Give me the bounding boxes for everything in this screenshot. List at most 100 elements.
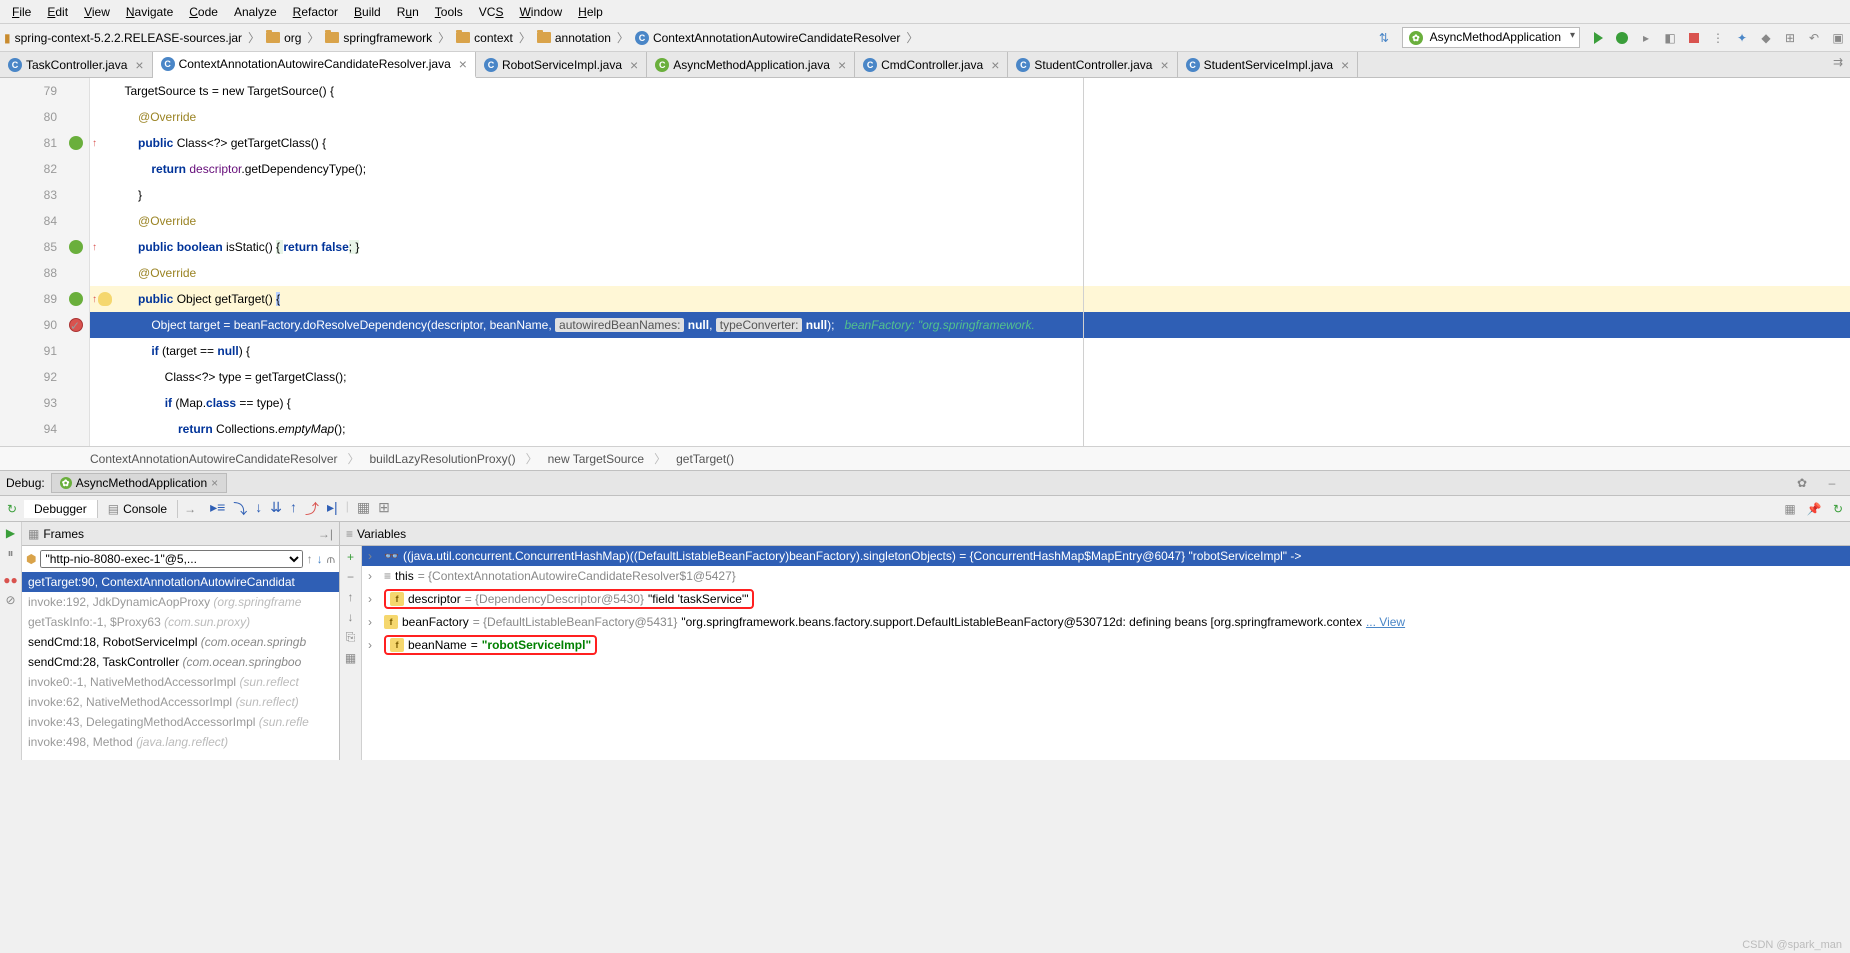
debugger-tab[interactable]: Debugger	[24, 500, 98, 518]
menu-help[interactable]: Help	[570, 5, 611, 19]
menu-tools[interactable]: Tools	[427, 5, 471, 19]
bc-item[interactable]: getTarget()	[676, 452, 734, 466]
frames-list[interactable]: getTarget:90, ContextAnnotationAutowireC…	[22, 572, 339, 752]
step-over-icon[interactable]: ⤵	[233, 499, 247, 519]
expand-icon[interactable]: ›	[368, 592, 380, 606]
copy-button[interactable]: ⎘	[346, 630, 356, 645]
view-link[interactable]: ... View	[1366, 615, 1405, 629]
step-out-icon[interactable]: ↑	[290, 499, 297, 519]
bc-item[interactable]: new TargetSource	[548, 452, 645, 466]
trace-icon[interactable]: ⊞	[378, 499, 390, 519]
code-area[interactable]: TargetSource ts = new TargetSource() { @…	[90, 78, 1850, 446]
minimize-icon[interactable]: –	[1822, 473, 1842, 493]
frame-row[interactable]: invoke:498, Method (java.lang.reflect)	[22, 732, 339, 752]
force-step-into-icon[interactable]: ⇊	[270, 499, 282, 519]
tool-button[interactable]: ⊞	[1780, 28, 1800, 48]
resume-button[interactable]: ▶	[6, 526, 15, 540]
frame-row[interactable]: invoke:62, NativeMethodAccessorImpl (sun…	[22, 692, 339, 712]
frame-row[interactable]: invoke:192, JdkDynamicAopProxy (org.spri…	[22, 592, 339, 612]
close-icon[interactable]: ×	[211, 476, 218, 490]
menu-run[interactable]: Run	[389, 5, 427, 19]
bc-item[interactable]: ContextAnnotationAutowireCandidateResolv…	[90, 452, 337, 466]
tab-asyncmethodapp[interactable]: CAsyncMethodApplication.java×	[647, 52, 855, 77]
frame-row[interactable]: getTarget:90, ContextAnnotationAutowireC…	[22, 572, 339, 592]
run-to-cursor-icon[interactable]: ▸|	[327, 499, 338, 519]
thread-selector[interactable]: ⬢ "http-nio-8080-exec-1"@5,... ↑ ↓ ⫙	[26, 550, 335, 568]
settings-icon[interactable]: ✿	[1792, 473, 1812, 493]
add-watch-button[interactable]: +	[347, 550, 354, 564]
variable-row-this[interactable]: › ≡ this = {ContextAnnotationAutowireCan…	[362, 566, 1850, 586]
drop-frame-icon[interactable]: ⤴	[305, 499, 319, 519]
bc-item[interactable]: buildLazyResolutionProxy()	[370, 452, 516, 466]
pause-button[interactable]: ⏸	[7, 546, 13, 561]
tab-robotserviceimpl[interactable]: CRobotServiceImpl.java×	[476, 52, 647, 77]
menu-vcs[interactable]: VCS	[471, 5, 512, 19]
tab-studentserviceimpl[interactable]: CStudentServiceImpl.java×	[1178, 52, 1359, 77]
step-into-icon[interactable]: ↓	[255, 499, 262, 519]
console-tab[interactable]: ▤Console	[98, 500, 178, 518]
close-icon[interactable]: ×	[626, 57, 638, 73]
remove-watch-button[interactable]: −	[347, 570, 354, 584]
undo-button[interactable]: ↶	[1804, 28, 1824, 48]
frame-row[interactable]: invoke:43, DelegatingMethodAccessorImpl …	[22, 712, 339, 732]
tab-overflow-icon[interactable]: ⇉	[1828, 52, 1848, 72]
filter-button[interactable]: ⫙	[327, 552, 335, 567]
expand-icon[interactable]: ›	[368, 638, 380, 652]
breadcrumb-annotation[interactable]: annotation	[533, 31, 615, 45]
breadcrumb-springframework[interactable]: springframework	[321, 31, 436, 45]
sync-icon[interactable]: ⇅	[1374, 28, 1394, 48]
frame-row[interactable]: sendCmd:18, RobotServiceImpl (com.ocean.…	[22, 632, 339, 652]
close-icon[interactable]: ×	[987, 57, 999, 73]
override-gutter-icon[interactable]	[69, 292, 83, 306]
menu-view[interactable]: View	[76, 5, 118, 19]
profile-button[interactable]: ◧	[1660, 28, 1680, 48]
evaluate-icon[interactable]: ▦	[357, 499, 370, 519]
debug-session-tab[interactable]: ✿ AsyncMethodApplication ×	[51, 473, 227, 493]
breadcrumb-class[interactable]: CContextAnnotationAutowireCandidateResol…	[631, 31, 904, 45]
variable-row-descriptor[interactable]: › f descriptor = {DependencyDescriptor@5…	[362, 586, 1850, 612]
restore-icon[interactable]: ↻	[1828, 499, 1848, 519]
menu-window[interactable]: Window	[511, 5, 570, 19]
close-icon[interactable]: ×	[131, 57, 143, 73]
debug-button[interactable]	[1612, 28, 1632, 48]
coverage-button[interactable]: ▸	[1636, 28, 1656, 48]
menu-refactor[interactable]: Refactor	[285, 5, 346, 19]
breadcrumb-org[interactable]: org	[262, 31, 305, 45]
breakpoints-button[interactable]: ●●	[3, 573, 18, 587]
layout-icon[interactable]: ▦	[1780, 499, 1800, 519]
tool-button[interactable]: ◆	[1756, 28, 1776, 48]
up-button[interactable]: ↑	[348, 590, 354, 604]
show-watches-button[interactable]: ▦	[345, 651, 356, 665]
intention-bulb-icon[interactable]	[98, 292, 112, 306]
expand-icon[interactable]: ›	[368, 615, 380, 629]
gutter[interactable]: 79 80 81↑ 82 83 84 85↑ 88 89↑ 90✓ 91 92 …	[0, 78, 90, 446]
variable-row-beanfactory[interactable]: › f beanFactory = {DefaultListableBeanFa…	[362, 612, 1850, 632]
menu-edit[interactable]: Edit	[39, 5, 76, 19]
menu-analyze[interactable]: Analyze	[226, 5, 285, 19]
expand-icon[interactable]: ›	[368, 549, 380, 563]
mute-breakpoints-button[interactable]: ⊘	[5, 593, 15, 607]
tool-button[interactable]: ⋮	[1708, 28, 1728, 48]
tool-button[interactable]: ✦	[1732, 28, 1752, 48]
close-icon[interactable]: ×	[455, 56, 467, 72]
code-editor[interactable]: 79 80 81↑ 82 83 84 85↑ 88 89↑ 90✓ 91 92 …	[0, 78, 1850, 446]
tool-button[interactable]: ▣	[1828, 28, 1848, 48]
menu-code[interactable]: Code	[181, 5, 226, 19]
tool-button[interactable]: →	[180, 499, 200, 519]
evaluate-expression-row[interactable]: › 👓 ((java.util.concurrent.ConcurrentHas…	[362, 546, 1850, 566]
tab-cmdcontroller[interactable]: CCmdController.java×	[855, 52, 1008, 77]
tab-contextannotation[interactable]: CContextAnnotationAutowireCandidateResol…	[153, 52, 476, 78]
override-gutter-icon[interactable]	[69, 240, 83, 254]
frame-row[interactable]: sendCmd:28, TaskController (com.ocean.sp…	[22, 652, 339, 672]
tab-studentcontroller[interactable]: CStudentController.java×	[1008, 52, 1177, 77]
expand-icon[interactable]: ›	[368, 569, 380, 583]
thread-dropdown[interactable]: "http-nio-8080-exec-1"@5,...	[40, 550, 302, 568]
rerun-button[interactable]: ↻	[2, 499, 22, 519]
menu-build[interactable]: Build	[346, 5, 389, 19]
run-configuration-dropdown[interactable]: ✿ AsyncMethodApplication	[1402, 27, 1580, 49]
filter-icon[interactable]: →|	[318, 527, 333, 541]
breadcrumb-context[interactable]: context	[452, 31, 517, 45]
breadcrumb-jar[interactable]: ▮ spring-context-5.2.2.RELEASE-sources.j…	[0, 31, 246, 45]
close-icon[interactable]: ×	[834, 57, 846, 73]
editor-split-divider[interactable]	[1083, 78, 1084, 446]
